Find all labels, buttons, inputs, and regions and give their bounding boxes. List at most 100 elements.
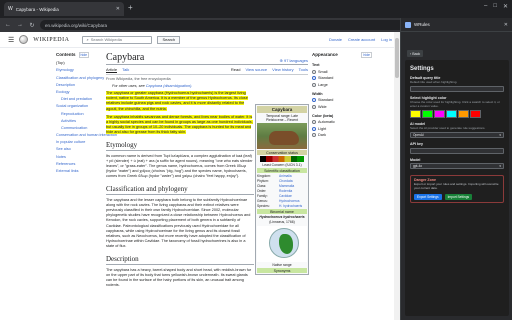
browser-tab[interactable]: W Capybara - Wikipedia ✕ bbox=[4, 2, 124, 16]
toc-item[interactable]: External links bbox=[56, 169, 100, 173]
tab-view-source[interactable]: View source bbox=[245, 67, 267, 73]
classification-taxon[interactable]: Rodentia bbox=[279, 189, 292, 193]
capybara-silhouette bbox=[269, 131, 299, 145]
native-range-map[interactable] bbox=[257, 226, 307, 262]
text-size-label: Text bbox=[312, 63, 320, 67]
color-swatches bbox=[410, 110, 504, 119]
section-text-classification: The capybara and the lesser capybara bot… bbox=[106, 197, 251, 249]
danger-zone-buttons: Export Settings Import Settings bbox=[414, 193, 500, 200]
api-key-input[interactable] bbox=[410, 147, 504, 154]
classification-taxon[interactable]: Caviidae bbox=[279, 194, 292, 198]
browser-tab-strip: W Capybara - Wikipedia ✕ + – □ ✕ bbox=[0, 0, 512, 18]
classification-taxon[interactable]: Chordata bbox=[279, 179, 293, 183]
reload-icon[interactable]: ↻ bbox=[28, 22, 36, 29]
import-settings-button[interactable]: Import Settings bbox=[444, 193, 473, 200]
tab-tools[interactable]: Tools bbox=[299, 67, 308, 73]
classification-taxon[interactable]: H. hydrochaeris bbox=[279, 204, 302, 208]
toc-item[interactable]: (Top) bbox=[56, 61, 100, 65]
color-swatch[interactable] bbox=[422, 110, 433, 119]
tab-title: Capybara - Wikipedia bbox=[15, 6, 59, 12]
wikipedia-wordmark[interactable]: WIKIPEDIA bbox=[33, 37, 69, 43]
classification-taxon[interactable]: Hydrochoerus bbox=[279, 199, 300, 203]
donate-link[interactable]: Donate bbox=[329, 37, 342, 42]
close-panel-icon[interactable]: ✕ bbox=[504, 22, 508, 28]
classification-taxon[interactable]: Animalia bbox=[279, 174, 292, 178]
radio-icon bbox=[312, 120, 316, 124]
minimize-icon[interactable]: – bbox=[484, 3, 487, 10]
conservation-status-scale[interactable] bbox=[260, 156, 304, 162]
color-options: Automatic Light Dark bbox=[312, 120, 372, 137]
main-menu-icon[interactable]: ☰ bbox=[8, 36, 14, 44]
toc-item[interactable]: In popular culture bbox=[56, 140, 100, 144]
color-label: Color (beta) bbox=[312, 113, 334, 118]
color-option[interactable]: Automatic bbox=[312, 120, 372, 124]
wikipedia-globe-logo[interactable] bbox=[19, 35, 29, 44]
synonyms-band: Synonyms bbox=[257, 268, 307, 273]
classification-taxon[interactable]: Mammalia bbox=[279, 184, 294, 188]
toc-item[interactable]: References bbox=[56, 162, 100, 166]
toc-item[interactable]: Social organization bbox=[56, 104, 100, 108]
log-in-link[interactable]: Log in bbox=[381, 37, 392, 42]
toc-item[interactable]: Reproduction bbox=[56, 112, 100, 116]
color-option[interactable]: Dark bbox=[312, 133, 372, 137]
tab-view-history[interactable]: View history bbox=[272, 67, 294, 73]
back-button[interactable]: ‹ Back bbox=[407, 50, 424, 57]
color-swatch[interactable] bbox=[410, 110, 421, 119]
toc-item[interactable]: Conservation and human interaction bbox=[56, 133, 117, 137]
danger-zone: Danger Zone Export or import your rules … bbox=[410, 175, 504, 203]
capybara-photo[interactable] bbox=[257, 123, 307, 149]
toc-item[interactable]: See also bbox=[56, 147, 100, 151]
hatnote-link[interactable]: Capybara (disambiguation). bbox=[146, 84, 193, 88]
article-actions: Read View source View history Tools bbox=[231, 67, 308, 73]
tab-talk[interactable]: Talk bbox=[122, 67, 129, 73]
tab-article[interactable]: Article bbox=[106, 67, 118, 73]
text-size-option[interactable]: Small bbox=[312, 69, 372, 74]
text-size-option[interactable]: Standard bbox=[312, 76, 372, 80]
close-window-icon[interactable]: ✕ bbox=[503, 3, 508, 10]
extension-logo-icon bbox=[405, 21, 411, 28]
languages-button[interactable]: ⊕ 97 languages bbox=[280, 58, 309, 63]
width-option[interactable]: Standard bbox=[312, 98, 372, 102]
toc-item[interactable]: Etymology bbox=[56, 68, 100, 72]
maximize-icon[interactable]: □ bbox=[493, 3, 497, 10]
toc-item[interactable]: Classification and phylogeny bbox=[56, 76, 104, 80]
color-swatch[interactable] bbox=[458, 110, 469, 119]
model-select[interactable]: gpt-4o ▾ bbox=[410, 163, 504, 170]
toc-hide-button[interactable]: hide bbox=[78, 52, 90, 58]
color-swatch[interactable] bbox=[470, 110, 481, 119]
toc-item[interactable]: Activities bbox=[56, 119, 100, 123]
toc-item[interactable]: Diet and predation bbox=[56, 97, 100, 101]
toc-item[interactable]: Ecology bbox=[56, 90, 100, 94]
wiki-header-links: Donate Create account Log in bbox=[329, 37, 392, 42]
text-size-option[interactable]: Large bbox=[312, 82, 372, 87]
url-text: en.wikipedia.org/wiki/Capybara bbox=[45, 22, 108, 28]
radio-icon bbox=[312, 82, 316, 87]
extension-side-panel: WRules ✕ ‹ Back Settings Default query t… bbox=[400, 18, 512, 320]
color-swatch[interactable] bbox=[446, 110, 457, 119]
back-icon[interactable]: ← bbox=[4, 22, 12, 28]
binomial-name-band: Binomial name bbox=[257, 209, 307, 214]
width-option[interactable]: Wide bbox=[312, 104, 372, 109]
create-account-link[interactable]: Create account bbox=[348, 37, 375, 42]
ai-provider-select[interactable]: OpenAI ▾ bbox=[410, 132, 504, 139]
close-tab-icon[interactable]: ✕ bbox=[116, 6, 120, 12]
toc-title: Contents bbox=[56, 52, 76, 57]
export-settings-button[interactable]: Export Settings bbox=[414, 193, 442, 200]
new-tab-icon[interactable]: + bbox=[128, 4, 133, 12]
toc-item[interactable]: Description bbox=[56, 83, 100, 87]
wiki-search-input[interactable]: ⌕ Search Wikipedia bbox=[82, 35, 153, 44]
api-key-label: API key bbox=[410, 142, 423, 147]
default-title-input[interactable] bbox=[410, 86, 504, 93]
text-size-options: Small Standard Large bbox=[312, 69, 372, 87]
window-controls: – □ ✕ bbox=[484, 3, 508, 10]
wiki-search-button[interactable]: Search bbox=[157, 35, 181, 44]
tab-read[interactable]: Read bbox=[231, 67, 241, 73]
classification-rank: Phylum: bbox=[257, 179, 269, 183]
toc-item[interactable]: Communication bbox=[56, 126, 100, 130]
appearance-hide-button[interactable]: hide bbox=[361, 52, 372, 58]
scrollbar-thumb[interactable] bbox=[395, 38, 399, 78]
forward-icon[interactable]: → bbox=[16, 22, 24, 28]
color-option[interactable]: Light bbox=[312, 126, 372, 131]
toc-item[interactable]: Notes bbox=[56, 155, 100, 159]
color-swatch[interactable] bbox=[434, 110, 445, 119]
